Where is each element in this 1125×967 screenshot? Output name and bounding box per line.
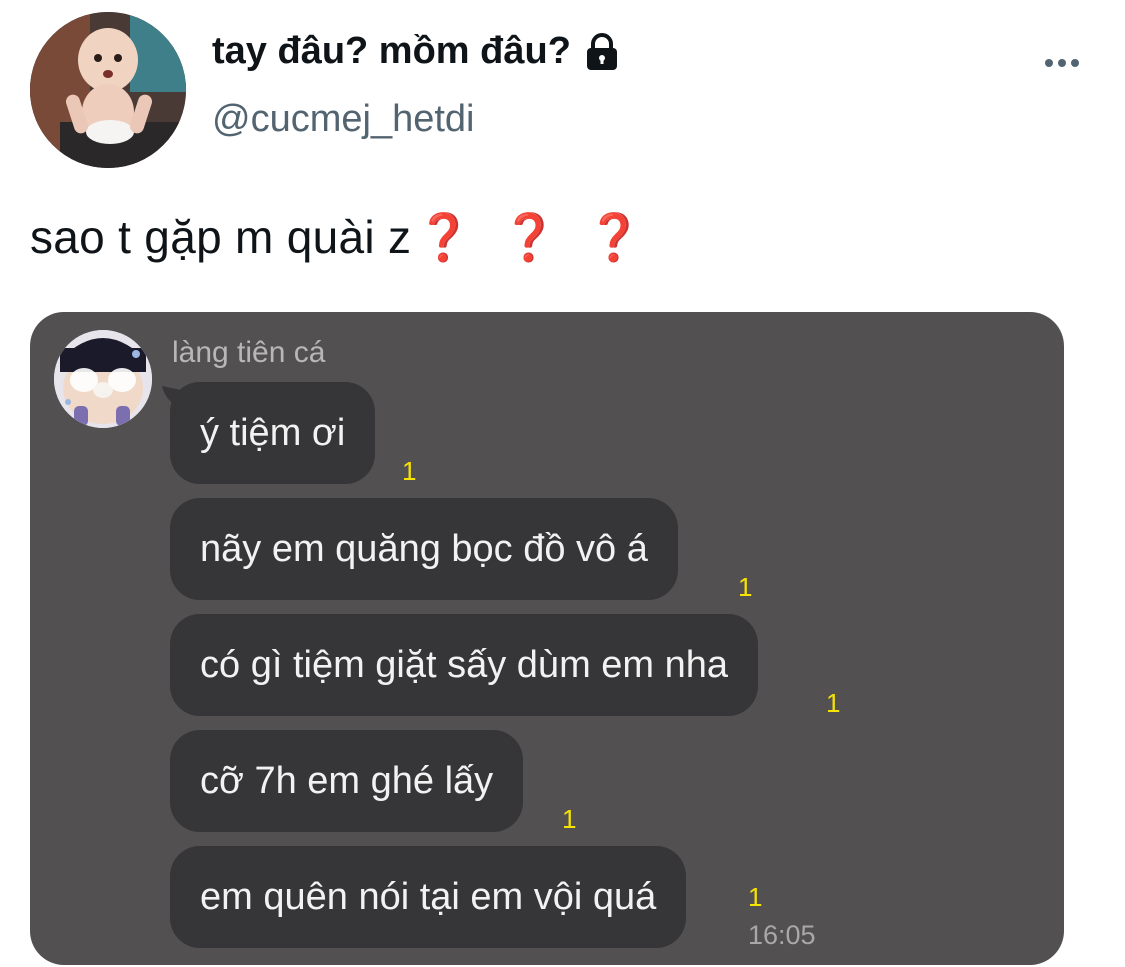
author-name-row: tay đâu? mồm đâu? bbox=[212, 30, 621, 73]
lock-icon bbox=[583, 32, 621, 72]
chat-message-bubble[interactable]: em quên nói tại em vội quá bbox=[170, 846, 687, 948]
unread-count: 1 bbox=[562, 804, 577, 834]
chat-message-bubble[interactable]: nãy em quăng bọc đồ vô á bbox=[170, 498, 678, 600]
tweet-text: sao t gặp m quài z❓❓❓ bbox=[30, 210, 671, 265]
unread-count: 1 bbox=[748, 882, 763, 912]
chat-message-bubble[interactable]: ý tiệm ơi bbox=[170, 382, 376, 484]
chat-sender-name: làng tiên cá bbox=[172, 336, 326, 369]
chat-message-text: ý tiệm ơi bbox=[200, 411, 346, 454]
question-mark-emojis: ❓❓❓ bbox=[415, 211, 672, 263]
message-timestamp: 16:05 bbox=[748, 920, 816, 950]
chat-message-text: em quên nói tại em vội quá bbox=[200, 875, 657, 918]
chat-message-text: cỡ 7h em ghé lấy bbox=[200, 759, 494, 802]
chat-message-bubble[interactable]: có gì tiệm giặt sấy dùm em nha bbox=[170, 614, 759, 716]
unread-count: 1 bbox=[826, 688, 841, 718]
more-options-icon[interactable] bbox=[1036, 48, 1088, 78]
chat-message-text: nãy em quăng bọc đồ vô á bbox=[200, 527, 648, 570]
attached-chat-screenshot[interactable]: làng tiên cá ý tiệm ơi 1 nãy em quăng bọ… bbox=[30, 312, 1064, 965]
author-display-name[interactable]: tay đâu? mồm đâu? bbox=[212, 30, 571, 73]
author-handle[interactable]: @cucmej_hetdi bbox=[212, 98, 474, 141]
chat-message-text: có gì tiệm giặt sấy dùm em nha bbox=[200, 643, 729, 686]
avatar[interactable] bbox=[30, 12, 186, 168]
chat-sender-avatar bbox=[54, 330, 152, 428]
chat-message-bubble[interactable]: cỡ 7h em ghé lấy bbox=[170, 730, 524, 832]
unread-count: 1 bbox=[402, 456, 417, 486]
tweet-text-body: sao t gặp m quài z bbox=[30, 211, 412, 263]
unread-count: 1 bbox=[738, 572, 753, 602]
